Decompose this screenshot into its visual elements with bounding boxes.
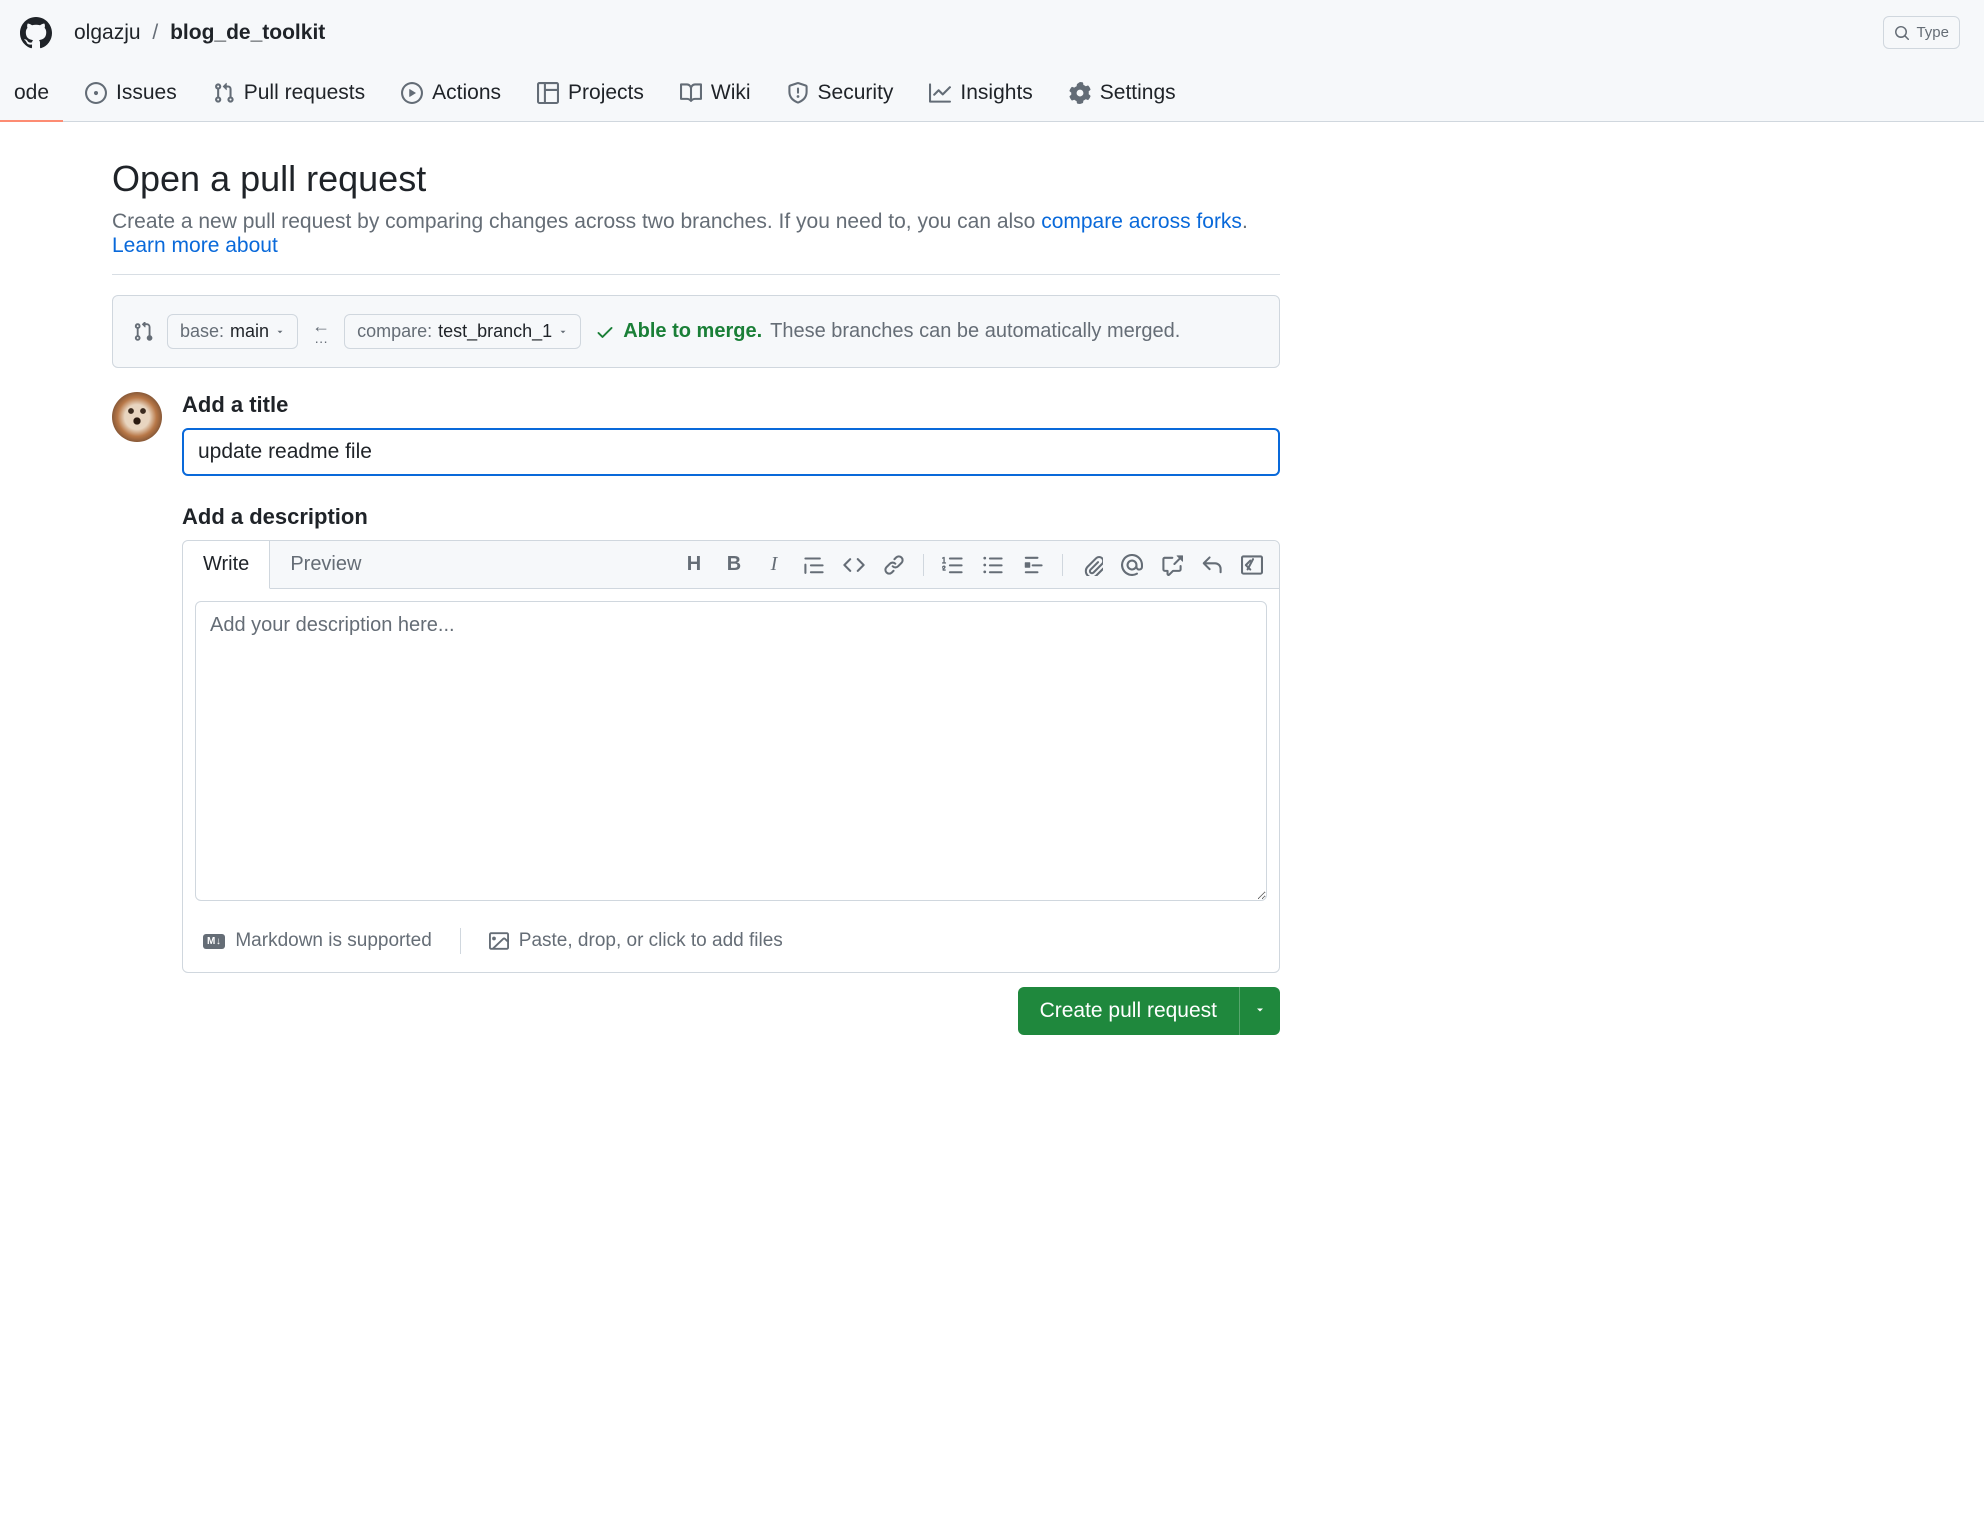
nav-label: Issues [116, 81, 177, 105]
tab-issues[interactable]: Issues [71, 71, 191, 121]
slash-commands-icon[interactable] [1241, 554, 1263, 576]
learn-more-link[interactable]: Learn more about [112, 234, 278, 257]
tab-security[interactable]: Security [773, 71, 908, 121]
nav-label: Security [818, 81, 894, 105]
search-placeholder: Type [1916, 24, 1949, 41]
gear-icon [1069, 82, 1091, 104]
arrow-left-icon: ←… [312, 319, 330, 345]
check-icon [595, 322, 615, 342]
create-pull-request-dropdown[interactable] [1239, 987, 1280, 1035]
tab-projects[interactable]: Projects [523, 71, 658, 121]
compare-box: base: main ←… compare: test_branch_1 Abl… [112, 295, 1280, 368]
quote-icon[interactable] [803, 554, 825, 576]
tab-preview[interactable]: Preview [270, 541, 381, 588]
tab-code[interactable]: ode [0, 71, 63, 121]
nav-label: Pull requests [244, 81, 365, 105]
nav-label: ode [14, 81, 49, 105]
page-subtitle: Create a new pull request by comparing c… [112, 210, 1280, 275]
nav-label: Wiki [711, 81, 751, 105]
tasklist-icon[interactable] [1022, 554, 1044, 576]
nav-label: Insights [960, 81, 1032, 105]
search-input[interactable]: Type [1883, 16, 1960, 49]
chevron-down-icon [558, 327, 568, 337]
book-icon [680, 82, 702, 104]
tab-settings[interactable]: Settings [1055, 71, 1190, 121]
repo-owner-link[interactable]: olgazju [74, 21, 141, 44]
merge-status: Able to merge. These branches can be aut… [595, 320, 1180, 343]
tab-write[interactable]: Write [183, 541, 270, 589]
shield-icon [787, 82, 809, 104]
table-icon [537, 82, 559, 104]
unordered-list-icon[interactable] [982, 554, 1004, 576]
tab-pull-requests[interactable]: Pull requests [199, 71, 379, 121]
repo-breadcrumb: olgazju / blog_de_toolkit [74, 21, 1875, 45]
italic-icon[interactable]: I [763, 554, 785, 576]
nav-label: Settings [1100, 81, 1176, 105]
tab-insights[interactable]: Insights [915, 71, 1046, 121]
nav-label: Actions [432, 81, 501, 105]
nav-label: Projects [568, 81, 644, 105]
markdown-hint[interactable]: M↓ Markdown is supported [203, 930, 432, 952]
repo-nav: ode Issues Pull requests Actions Project… [0, 49, 1984, 122]
title-label: Add a title [182, 392, 1280, 418]
play-icon [401, 82, 423, 104]
create-pull-request-button[interactable]: Create pull request [1018, 987, 1239, 1035]
github-logo-icon[interactable] [20, 17, 52, 49]
bold-icon[interactable]: B [723, 554, 745, 576]
chevron-down-icon [275, 327, 285, 337]
search-icon [1894, 25, 1910, 41]
tab-wiki[interactable]: Wiki [666, 71, 765, 121]
issue-icon [85, 82, 107, 104]
heading-icon[interactable]: H [683, 554, 705, 576]
markdown-icon: M↓ [203, 934, 225, 949]
tab-actions[interactable]: Actions [387, 71, 515, 121]
chevron-down-icon [1254, 1004, 1266, 1016]
ordered-list-icon[interactable] [942, 554, 964, 576]
mention-icon[interactable] [1121, 554, 1143, 576]
reply-icon[interactable] [1201, 554, 1223, 576]
compare-branch-select[interactable]: compare: test_branch_1 [344, 314, 581, 349]
compare-forks-link[interactable]: compare across forks [1041, 210, 1242, 233]
cross-reference-icon[interactable] [1161, 554, 1183, 576]
graph-icon [929, 82, 951, 104]
pull-request-icon [213, 82, 235, 104]
attach-files-hint[interactable]: Paste, drop, or click to add files [489, 930, 783, 952]
attachment-icon[interactable] [1081, 554, 1103, 576]
avatar [112, 392, 162, 442]
image-icon [489, 931, 509, 951]
repo-header: olgazju / blog_de_toolkit Type [0, 0, 1984, 49]
git-compare-icon [133, 322, 153, 342]
code-icon[interactable] [843, 554, 865, 576]
page-title: Open a pull request [112, 158, 1280, 200]
description-editor: Write Preview H B I [182, 540, 1280, 973]
base-branch-select[interactable]: base: main [167, 314, 298, 349]
repo-name-link[interactable]: blog_de_toolkit [170, 21, 325, 44]
title-input[interactable] [182, 428, 1280, 476]
description-textarea[interactable] [195, 601, 1267, 901]
link-icon[interactable] [883, 554, 905, 576]
description-label: Add a description [182, 504, 1280, 530]
